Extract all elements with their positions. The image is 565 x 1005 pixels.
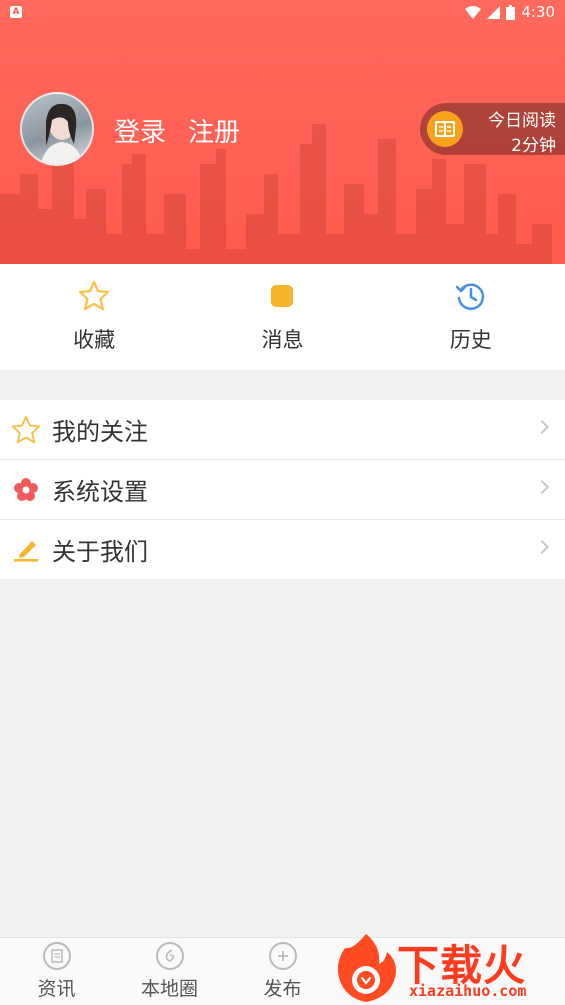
quick-actions: 收藏 消息 历史 [0, 264, 565, 370]
notification-icon: A [10, 6, 22, 18]
quick-action-history[interactable]: 历史 [377, 264, 565, 370]
today-reading-badge[interactable]: 今日阅读 2分钟 [420, 103, 565, 156]
flame-logo-icon [337, 934, 396, 1002]
battery-icon [506, 4, 516, 20]
register-link[interactable]: 注册 [188, 112, 240, 149]
chevron-right-icon [534, 539, 550, 555]
my-follows-label: 我的关注 [52, 418, 148, 446]
quick-action-favorites[interactable]: 收藏 [0, 264, 188, 370]
book-icon [427, 111, 463, 147]
settings-menu: 我的关注 系统设置 关于我们 [0, 400, 565, 579]
user-avatar[interactable] [20, 92, 94, 166]
star-outline-icon [11, 415, 41, 443]
status-bar: A 4:30 [0, 0, 565, 26]
tab-news[interactable]: 资讯 [0, 938, 113, 1005]
chevron-right-icon [534, 419, 550, 435]
clock-time: 4:30 [521, 3, 555, 21]
login-link[interactable]: 登录 [114, 112, 166, 149]
favorites-label: 收藏 [73, 328, 116, 352]
menu-item-my-follows[interactable]: 我的关注 [0, 400, 565, 460]
tab-local-circle[interactable]: 本地圈 [113, 938, 226, 1005]
tab-local-circle-label: 本地圈 [140, 978, 198, 1000]
tab-publish-label: 发布 [263, 978, 302, 1000]
reading-duration: 2分钟 [511, 136, 556, 156]
menu-item-about-us[interactable]: 关于我们 [0, 520, 565, 579]
messages-label: 消息 [261, 328, 304, 352]
history-icon [455, 283, 484, 310]
news-icon [42, 942, 71, 970]
reading-title: 今日阅读 [488, 111, 556, 131]
plus-icon [268, 942, 297, 970]
pen-edit-icon [14, 540, 38, 561]
auth-links: 登录 注册 [114, 112, 240, 149]
flower-gear-icon [14, 477, 38, 501]
local-circle-icon [155, 942, 184, 970]
star-icon [79, 280, 110, 311]
about-us-label: 关于我们 [52, 538, 148, 566]
message-icon [271, 285, 294, 307]
quick-action-messages[interactable]: 消息 [188, 264, 376, 370]
chevron-right-icon [534, 479, 550, 495]
tab-publish[interactable]: 发布 [226, 938, 339, 1005]
history-label: 历史 [449, 328, 492, 352]
signal-icon [487, 5, 501, 19]
wifi-icon [465, 5, 482, 19]
watermark: 下载火 xiazaihuo.com [333, 930, 565, 1005]
watermark-url: xiazaihuo.com [409, 982, 527, 1000]
profile-header: A 4:30 登录 注册 今日阅读 2分钟 [0, 0, 565, 264]
tab-news-label: 资讯 [37, 978, 76, 1000]
menu-item-system-settings[interactable]: 系统设置 [0, 460, 565, 520]
system-settings-label: 系统设置 [52, 478, 148, 506]
